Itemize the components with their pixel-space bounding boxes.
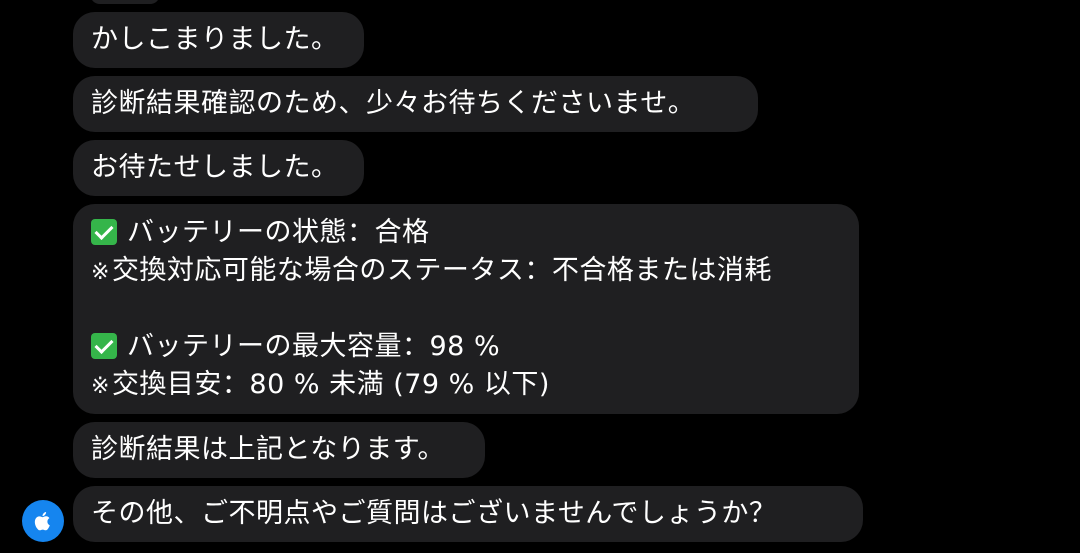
message-bubble-any-questions: その他、ご不明点やご質問はございませんでしょうか？	[73, 486, 863, 542]
apple-support-avatar[interactable]	[22, 500, 64, 542]
message-text: かしこまりました。	[91, 24, 339, 55]
battery-capacity-line: バッテリーの最大容量：98 %	[91, 328, 841, 366]
battery-status-label: バッテリーの状態：合格	[127, 217, 430, 248]
battery-capacity-note: 交換目安：80 % 未満 (79 % 以下)	[111, 369, 550, 400]
message-text: お待たせしました。	[91, 152, 339, 183]
battery-status-note-line: ※交換対応可能な場合のステータス：不合格または消耗	[91, 252, 841, 290]
battery-capacity-label: バッテリーの最大容量：98 %	[127, 331, 501, 362]
check-mark-icon	[91, 219, 117, 245]
message-bubble-please-wait: 診断結果確認のため、少々お待ちくださいませ。	[73, 76, 758, 132]
previous-message-bubble-edge	[90, 0, 160, 4]
message-bubble-thanks-for-waiting: お待たせしました。	[73, 140, 364, 196]
message-text: 診断結果は上記となります。	[91, 434, 445, 465]
message-bubble-result-summary: 診断結果は上記となります。	[73, 422, 485, 478]
message-text: 診断結果確認のため、少々お待ちくださいませ。	[91, 88, 696, 119]
apple-logo-icon	[34, 512, 50, 531]
message-text: その他、ご不明点やご質問はございませんでしょうか？	[91, 498, 777, 529]
message-bubble-diagnosis-result: バッテリーの状態：合格 ※交換対応可能な場合のステータス：不合格または消耗 バッ…	[73, 204, 859, 414]
check-mark-icon	[91, 333, 117, 359]
battery-status-line: バッテリーの状態：合格	[91, 214, 841, 252]
battery-capacity-note-line: ※交換目安：80 % 未満 (79 % 以下)	[91, 366, 841, 404]
reference-mark: ※	[91, 374, 110, 399]
reference-mark: ※	[91, 260, 110, 285]
message-bubble-acknowledgement: かしこまりました。	[73, 12, 364, 68]
battery-status-note: 交換対応可能な場合のステータス：不合格または消耗	[111, 255, 772, 286]
